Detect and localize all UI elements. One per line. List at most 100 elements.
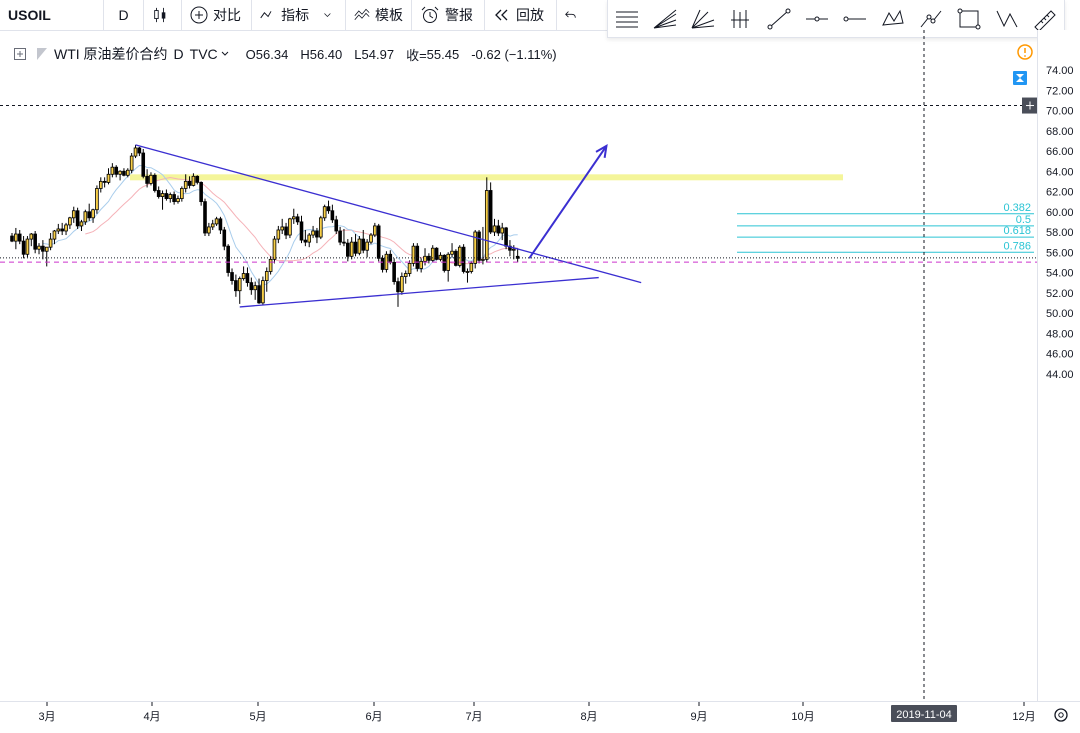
candle-body: [95, 188, 99, 211]
candle: [199, 181, 203, 206]
candle-body: [257, 285, 261, 304]
candle-body: [199, 181, 203, 203]
compare-button[interactable]: 对比: [182, 0, 252, 30]
indicators-button[interactable]: 指标: [252, 0, 346, 30]
horizontal-lines-icon: [616, 11, 638, 27]
candle: [129, 153, 134, 174]
candle-body: [322, 206, 327, 219]
candle: [176, 195, 180, 204]
candle-body: [187, 180, 192, 186]
candle: [207, 222, 211, 237]
fib-level-label: 0.382: [1003, 202, 1031, 214]
candle-body: [303, 239, 308, 243]
candle: [473, 229, 477, 269]
alert-button[interactable]: 警报: [412, 0, 485, 30]
candle: [14, 227, 18, 250]
candle-body: [396, 281, 400, 293]
x-tick-label: 8月: [580, 711, 597, 723]
replay-label: 回放: [516, 7, 544, 23]
candle: [10, 233, 14, 243]
candle-body: [400, 276, 404, 293]
candle: [48, 233, 53, 251]
candle-body: [419, 260, 423, 269]
candle-body: [218, 218, 223, 231]
hourglass-icon: [1013, 71, 1027, 85]
candle-body: [342, 241, 346, 244]
candle-body: [438, 254, 443, 260]
candle: [241, 266, 246, 281]
candle-body: [237, 278, 242, 292]
candle: [369, 233, 373, 245]
candle: [291, 208, 296, 224]
alert-label: 警报: [445, 7, 473, 23]
candle: [56, 223, 61, 235]
candle: [91, 208, 95, 223]
candle-body: [481, 258, 485, 261]
candle-body: [488, 190, 493, 233]
candle-body: [149, 174, 153, 184]
candles-icon: [154, 7, 166, 23]
candle-body: [207, 226, 211, 234]
horizontal-ray-icon: [843, 16, 866, 21]
candle-body: [268, 258, 273, 272]
warning-dot: [1024, 55, 1026, 57]
x-tick-label: 9月: [690, 711, 707, 723]
templates-button[interactable]: 模板: [346, 0, 412, 30]
price-chart[interactable]: 0.3820.50.6180.786 70.4955.4555.03 74.00…: [0, 30, 1080, 733]
xabcd-pattern-icon: [882, 9, 904, 26]
candle-body: [392, 261, 396, 283]
candle: [106, 168, 111, 185]
candle: [357, 236, 362, 256]
candle: [307, 233, 312, 248]
candle-body: [346, 242, 350, 257]
candle: [237, 276, 242, 304]
candle-body: [191, 175, 196, 186]
crosshair-add-icon: [1022, 97, 1038, 114]
compare-label: 对比: [213, 7, 241, 23]
candle-body: [156, 190, 161, 197]
candle-body: [210, 223, 215, 228]
ruler-icon: [1034, 9, 1056, 30]
candle: [477, 229, 481, 264]
candle: [457, 245, 462, 268]
candle: [156, 186, 161, 199]
candle: [230, 268, 234, 285]
candle-body: [411, 245, 416, 264]
forecast-arrow-line: [528, 145, 608, 259]
candle: [210, 219, 215, 230]
interval-button[interactable]: D: [104, 0, 144, 30]
plus-circle-icon: [190, 6, 208, 24]
chevron-down-icon: [324, 13, 331, 17]
warning-icon: [1017, 44, 1033, 60]
candle-body: [241, 273, 246, 279]
symbol-search[interactable]: USOIL: [0, 0, 104, 30]
replay-button[interactable]: 回放: [485, 0, 557, 30]
y-tick-label: 60.00: [1046, 207, 1074, 219]
candle: [164, 189, 169, 201]
candle-body: [64, 224, 68, 232]
chart-style-button[interactable]: [144, 0, 182, 30]
candle-body: [222, 229, 227, 247]
x-tick-label: 7月: [465, 711, 482, 723]
candle: [268, 256, 273, 275]
candle: [338, 226, 342, 246]
fib-level-label: 0.786: [1003, 240, 1031, 252]
candle-body: [492, 225, 497, 233]
candle: [149, 172, 153, 186]
triangle-lower-trendline: [239, 276, 599, 308]
candle: [488, 182, 493, 235]
undo-button[interactable]: [557, 0, 589, 30]
candle-body: [512, 248, 516, 251]
candle: [392, 258, 396, 285]
candle-body: [415, 245, 420, 269]
candle: [430, 245, 435, 263]
candle-body: [14, 233, 18, 242]
trend-line-icon: [767, 8, 791, 29]
candle-body: [450, 250, 454, 255]
candle-body: [272, 238, 277, 260]
candle: [400, 272, 404, 295]
candle-body: [145, 175, 149, 184]
candle: [79, 219, 84, 231]
rewind-icon: [495, 9, 508, 21]
candle: [373, 222, 377, 238]
